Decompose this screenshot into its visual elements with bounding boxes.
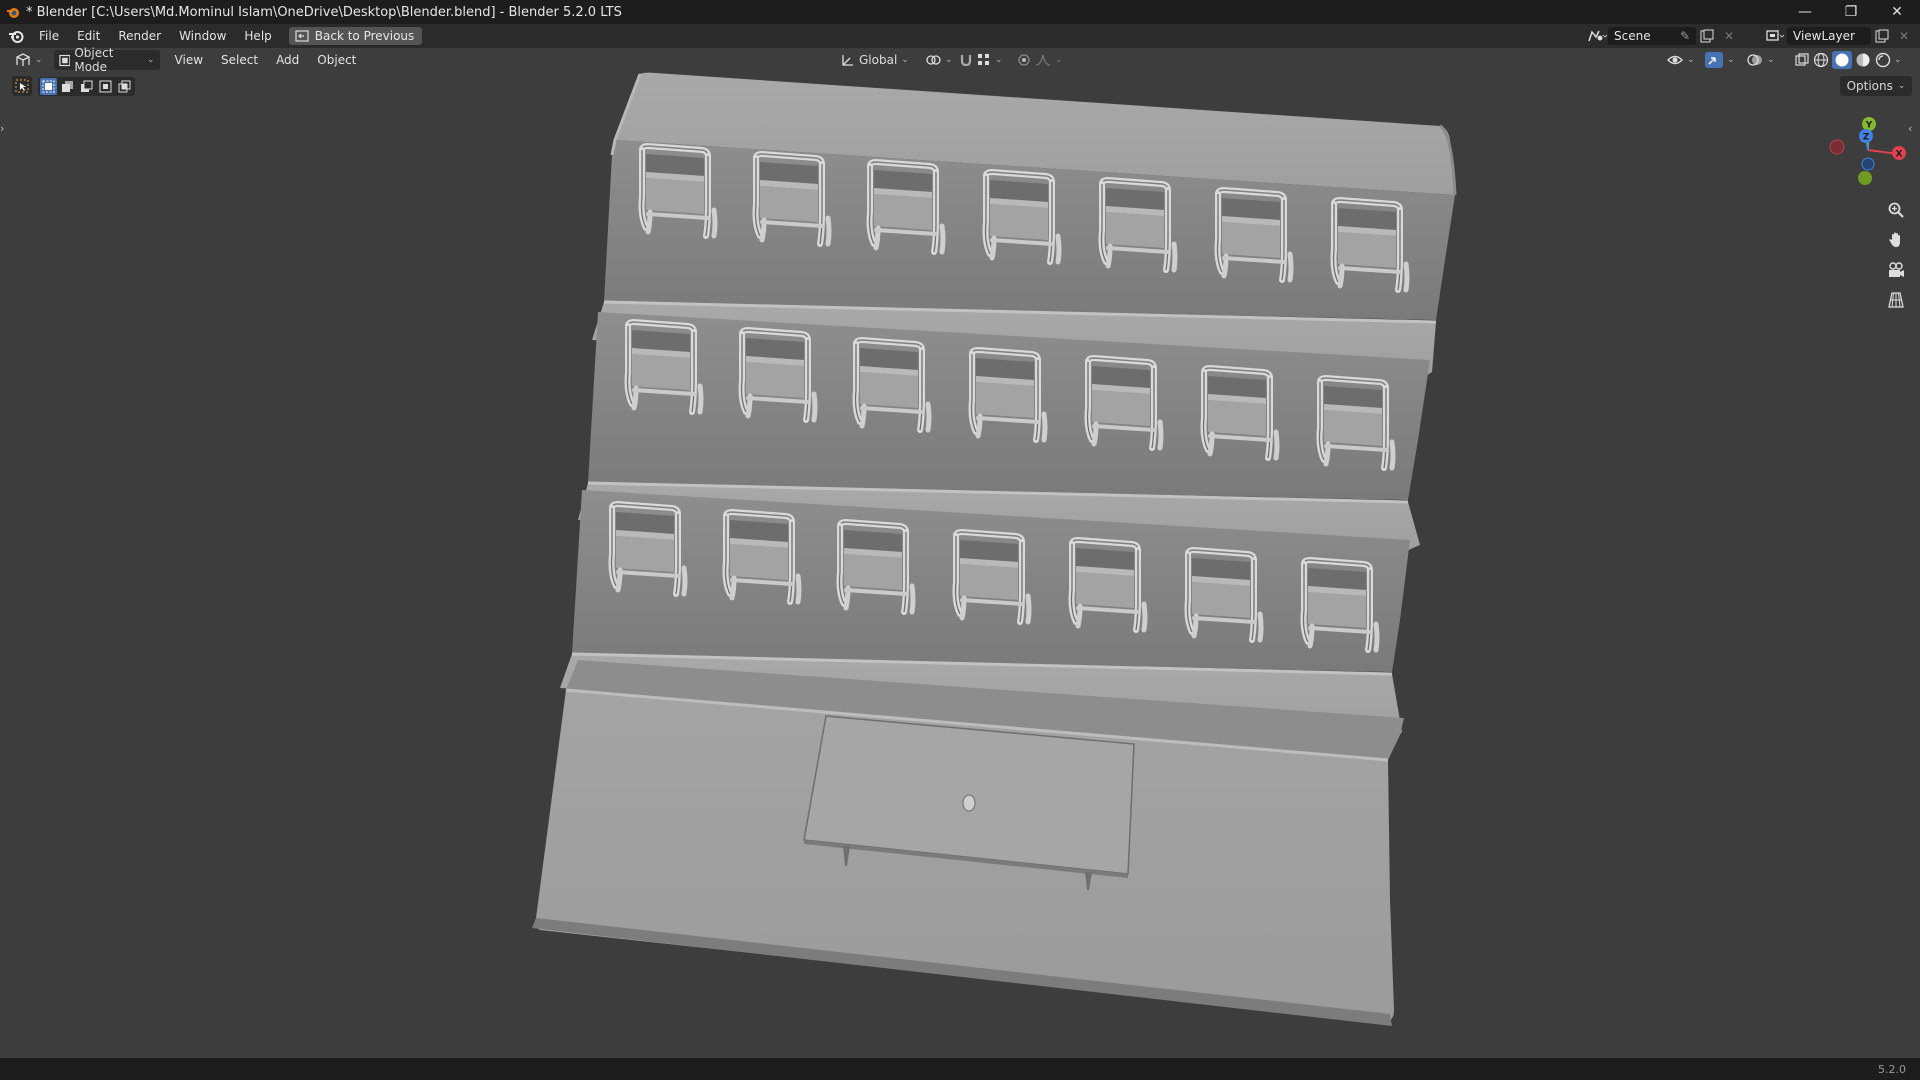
menu-select[interactable]: Select [212,48,267,72]
hand-pan-icon [1889,232,1900,247]
delete-scene-icon[interactable]: ✕ [1718,27,1740,45]
zoom-view-button[interactable] [1884,198,1908,222]
blender-menu-icon[interactable] [8,28,24,44]
overlays-icon [1747,54,1762,66]
select-tool-button[interactable] [12,76,32,96]
select-extend-icon [62,80,73,92]
3d-viewport-editor-icon [16,53,30,66]
select-set-icon [42,80,55,92]
viewlayer-browse-icon[interactable] [1765,27,1787,45]
solid-shading-icon[interactable] [1832,51,1852,69]
new-selection-mode[interactable] [40,77,57,95]
extend-selection-mode[interactable] [59,78,76,95]
scene-name-field[interactable]: Scene ✎ [1608,27,1696,45]
back-screen-icon [295,30,309,42]
selection-mode-group [38,76,135,96]
menu-object[interactable]: Object [308,48,365,72]
proportional-editing-icon [1018,54,1030,66]
magnet-icon [960,55,972,67]
snap-target-dropdown[interactable]: ⌄ [972,50,1008,70]
mode-label: Object Mode [74,46,114,74]
scene-selector-group: Scene ✎ ✕ [1586,27,1740,45]
viewlayer-selector-group: ViewLayer ✕ [1765,27,1915,45]
maximize-button[interactable]: ❐ [1828,0,1874,24]
pivot-point-dropdown[interactable]: ⌄ [920,50,958,70]
top-menu-bar: File Edit Render Window Help Back to Pre… [0,24,1920,48]
pan-view-button[interactable] [1884,228,1908,252]
menu-edit[interactable]: Edit [68,24,109,48]
intersect-selection-mode[interactable] [116,78,133,95]
window-title: * Blender [C:\Users\Md.Mominul Islam\One… [26,4,622,20]
orientation-label: Global [859,53,898,67]
status-bar: 5.2.0 [0,1058,1920,1080]
orientation-axes-icon [842,55,853,66]
cursor-select-icon [15,79,29,93]
pin-icon[interactable]: ✎ [1680,29,1690,43]
falloff-curve-icon [1035,54,1051,66]
eye-visibility-icon [1667,55,1683,65]
y-axis-label: Y [1865,121,1873,131]
menu-file[interactable]: File [30,24,68,48]
blender-app-icon [7,8,19,18]
close-button[interactable]: ✕ [1874,0,1920,24]
back-to-previous-button[interactable]: Back to Previous [288,27,423,45]
scene-name: Scene [1614,29,1651,43]
transform-orientation-dropdown[interactable]: Global ⌄ [836,50,914,70]
visibility-dropdown[interactable]: ⌄ [1662,50,1700,70]
menu-add[interactable]: Add [267,48,308,72]
options-dropdown[interactable]: Options ⌄ [1840,76,1912,96]
rendered-shading-icon[interactable] [1874,51,1892,69]
select-invert-icon [99,80,112,92]
gizmo-icon [1705,52,1723,68]
camera-view-button[interactable] [1884,258,1908,282]
3d-viewport[interactable] [0,72,1920,1058]
xray-toggle[interactable] [1790,50,1814,70]
subtract-selection-mode[interactable] [78,78,95,95]
magnifier-zoom-icon [1888,202,1904,218]
version-label: 5.2.0 [1878,1062,1906,1076]
options-label: Options [1846,79,1893,93]
viewport-header: ⌄ Object Mode ⌄ View Select Add Object G… [0,46,1920,74]
gizmo-toggle[interactable]: ⌄ [1700,50,1740,70]
toolbar-expand-arrow-icon[interactable]: › [0,122,10,138]
z-axis-label: Z [1863,133,1870,143]
viewlayer-name: ViewLayer [1793,29,1855,43]
editor-type-dropdown[interactable]: ⌄ [10,50,48,70]
pivot-icon [926,55,941,65]
neg-y-axis-handle[interactable] [1858,171,1872,185]
invert-selection-mode[interactable] [97,78,114,95]
camera-icon [1889,262,1904,277]
select-subtract-icon [81,80,93,92]
x-axis-label: X [1896,150,1903,160]
overlays-toggle[interactable]: ⌄ [1742,50,1780,70]
mode-dropdown[interactable]: Object Mode ⌄ [53,46,160,74]
menu-window[interactable]: Window [170,24,235,48]
object-mode-icon [58,54,71,66]
shading-options-dropdown[interactable]: ⌄ [1894,55,1902,65]
minimize-button[interactable]: — [1782,0,1828,24]
navigation-gizmo[interactable]: Y Z X [1820,112,1910,192]
menu-render[interactable]: Render [109,24,170,48]
perspective-toggle-button[interactable] [1884,288,1908,312]
back-to-previous-label: Back to Previous [314,29,415,43]
wireframe-shading-icon[interactable] [1812,51,1830,69]
scene-browse-icon[interactable] [1586,27,1608,45]
new-viewlayer-icon[interactable] [1871,27,1893,45]
window-title-bar: * Blender [C:\Users\Md.Mominul Islam\One… [0,0,1920,24]
delete-viewlayer-icon[interactable]: ✕ [1893,27,1915,45]
neg-x-axis-handle[interactable] [1829,139,1845,155]
viewlayer-name-field[interactable]: ViewLayer [1787,27,1871,45]
tool-settings-row [12,76,135,96]
new-scene-icon[interactable] [1696,27,1718,45]
xray-icon [1795,53,1809,66]
falloff-dropdown[interactable]: ⌄ [1030,50,1068,70]
menu-help[interactable]: Help [235,24,280,48]
menu-view[interactable]: View [166,48,212,72]
select-intersect-icon [118,80,131,92]
neg-z-axis-handle[interactable] [1861,157,1875,171]
snap-grid-icon [978,54,989,65]
grid-perspective-icon [1888,292,1904,308]
shading-modes: ⌄ [1812,51,1902,69]
material-shading-icon[interactable] [1854,51,1872,69]
